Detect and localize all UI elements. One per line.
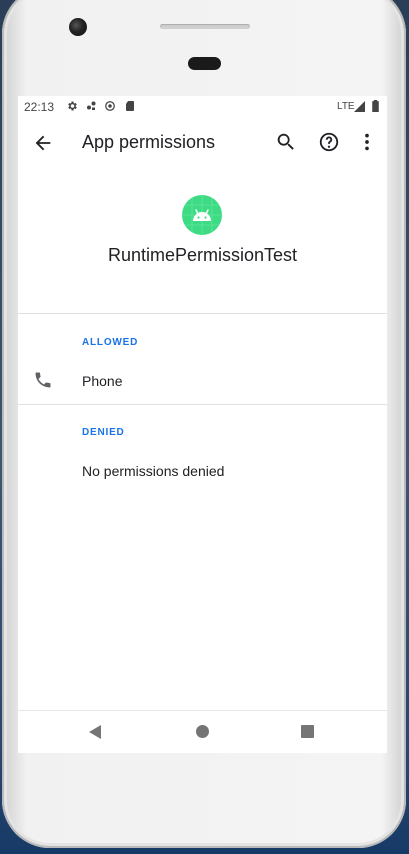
nav-recents-icon[interactable] [301,725,314,738]
app-name: RuntimePermissionTest [107,245,298,265]
more-vert-icon[interactable] [356,131,378,153]
search-icon[interactable] [275,131,297,153]
nav-back-icon[interactable] [87,724,103,740]
status-bar: 22:13 LTE [18,96,387,118]
network-type: LTE [337,101,355,112]
no-permissions-denied-text: No permissions denied [82,463,225,479]
permission-label: Phone [82,373,123,389]
android-icon [182,195,222,235]
allowed-section-label: ALLOWED [82,337,139,348]
phone-icon [35,372,51,388]
proximity-sensor [188,57,221,70]
back-arrow-icon[interactable] [32,132,54,154]
permission-row-phone[interactable]: Phone [18,359,387,403]
screen: 22:13 LTE App permissions RuntimePermiss… [18,96,387,753]
sync-icon [105,101,115,111]
sd-card-icon [126,101,134,111]
divider [18,313,387,314]
divider [18,404,387,405]
front-camera [69,18,87,36]
status-time: 22:13 [24,100,55,114]
nav-home-icon[interactable] [196,725,209,738]
earpiece-speaker [160,24,250,29]
signal-icon [354,101,365,112]
denied-section-label: DENIED [82,427,125,438]
bug-icon [87,101,96,110]
help-icon[interactable] [318,131,340,153]
page-title: App permissions [82,132,216,152]
battery-icon [372,100,379,112]
settings-icon [68,101,77,111]
app-bar: App permissions [18,118,387,170]
navigation-bar [18,710,387,753]
